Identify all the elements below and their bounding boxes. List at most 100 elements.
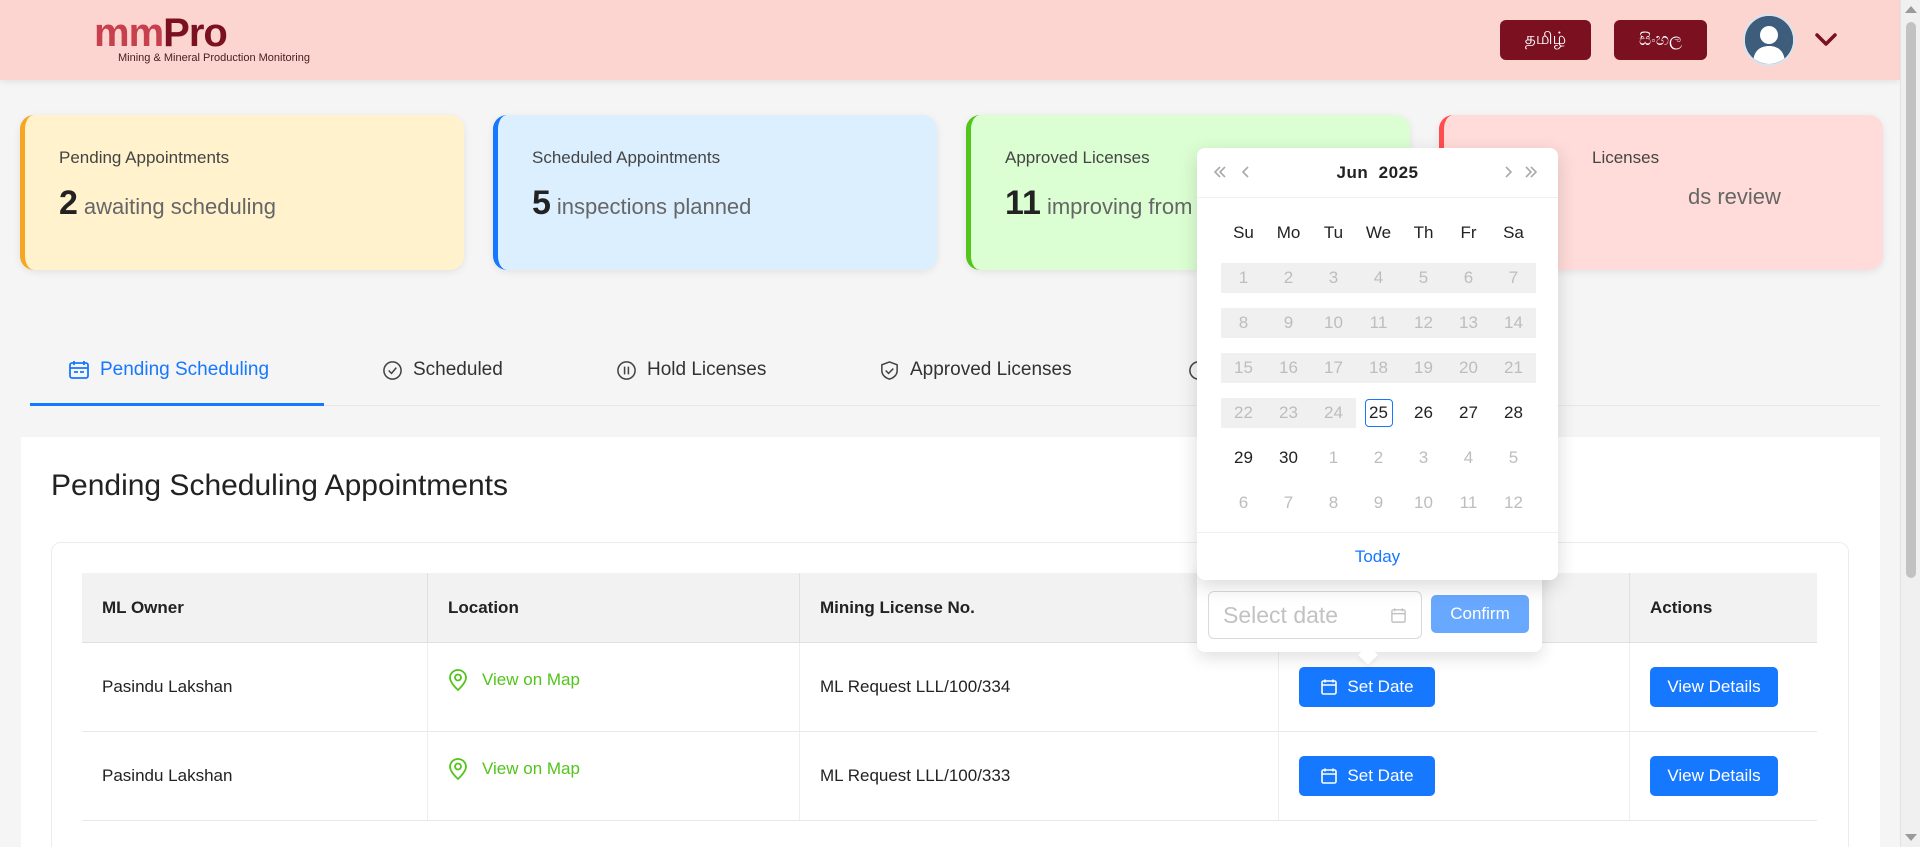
card-description: inspections planned xyxy=(556,194,752,219)
next-month-icon[interactable] xyxy=(1501,163,1515,186)
calendar-day-next-month[interactable]: 8 xyxy=(1311,488,1356,518)
column-header-actions: Actions xyxy=(1650,597,1713,617)
map-pin-icon xyxy=(449,758,467,781)
card-count: 2 xyxy=(59,184,78,222)
calendar-week-row: 22 23 24 25 26 27 28 xyxy=(1221,390,1536,435)
tab-label: Pending Scheduling xyxy=(100,359,270,380)
calendar-day-disabled: 20 xyxy=(1446,352,1491,383)
view-on-map-link[interactable]: View on Map xyxy=(448,757,580,781)
card-description: improving from l xyxy=(1046,194,1204,219)
calendar-day-disabled: 8 xyxy=(1221,307,1266,338)
calendar-day-disabled: 22 xyxy=(1221,397,1266,428)
calendar-day-next-month[interactable]: 2 xyxy=(1356,443,1401,473)
today-link[interactable]: Today xyxy=(1355,547,1400,567)
column-header-ml-owner: ML Owner xyxy=(82,573,428,642)
calendar-day-next-month[interactable]: 11 xyxy=(1446,488,1491,518)
set-date-label: Set Date xyxy=(1347,677,1414,696)
date-picker-calendar: Jun 2025 Su Mo Tu We Th Fr Sa 1 2 3 4 5 … xyxy=(1197,148,1558,580)
set-date-label: Set Date xyxy=(1347,766,1414,785)
scroll-down-arrow-icon[interactable] xyxy=(1905,834,1917,841)
sinhala-language-button[interactable]: සිංහල xyxy=(1614,20,1707,60)
tab-approved-licenses[interactable]: Approved Licenses xyxy=(879,334,1072,406)
confirm-button[interactable]: Confirm xyxy=(1431,595,1529,633)
calendar-day-disabled: 11 xyxy=(1356,307,1401,338)
set-date-button[interactable]: Set Date xyxy=(1299,667,1435,707)
calendar-day-disabled: 5 xyxy=(1401,262,1446,293)
active-tab-indicator xyxy=(30,403,324,406)
appointments-table: ML Owner Location Mining License No. Set… xyxy=(82,573,1817,821)
calendar-day[interactable]: 28 xyxy=(1491,398,1536,428)
calendar-day[interactable]: 29 xyxy=(1221,443,1266,473)
calendar-week-row: 15 16 17 18 19 20 21 xyxy=(1221,345,1536,390)
calendar-grid: Su Mo Tu We Th Fr Sa 1 2 3 4 5 6 7 8 9 1… xyxy=(1221,210,1536,525)
calendar-day[interactable]: 30 xyxy=(1266,443,1311,473)
scrollbar-thumb[interactable] xyxy=(1906,22,1916,578)
calendar-day-next-month[interactable]: 10 xyxy=(1401,488,1446,518)
view-details-button[interactable]: View Details xyxy=(1650,667,1778,707)
page-scrollbar[interactable] xyxy=(1900,0,1920,847)
calendar-icon xyxy=(1321,679,1338,695)
calendar-day-disabled: 6 xyxy=(1446,262,1491,293)
user-avatar[interactable] xyxy=(1743,14,1795,66)
license-no-cell: ML Request LLL/100/334 xyxy=(800,643,1279,731)
weekday-label: Sa xyxy=(1503,222,1524,242)
tab-bar: Pending Scheduling Scheduled Hold Licens… xyxy=(30,334,1880,406)
calendar-day-next-month[interactable]: 5 xyxy=(1491,443,1536,473)
view-on-map-label: View on Map xyxy=(482,759,580,778)
tab-pending-scheduling[interactable]: Pending Scheduling xyxy=(68,334,269,406)
calendar-week-row: 6 7 8 9 10 11 12 xyxy=(1221,480,1536,525)
calendar-day-disabled: 15 xyxy=(1221,352,1266,383)
card-count: 5 xyxy=(532,184,551,222)
table-row: Pasindu Lakshan View on Map ML Request L… xyxy=(82,643,1817,732)
calendar-month-label[interactable]: Jun 2025 xyxy=(1336,163,1418,183)
check-circle-icon xyxy=(383,360,402,380)
table-header: ML Owner Location Mining License No. Set… xyxy=(82,573,1817,643)
calendar-icon xyxy=(1321,768,1338,784)
pending-appointments-card: Pending Appointments 2 awaiting schedulin… xyxy=(20,115,464,270)
set-date-cell: Set Date xyxy=(1279,732,1630,820)
card-description: awaiting scheduling xyxy=(83,194,276,219)
calendar-day-next-month[interactable]: 3 xyxy=(1401,443,1446,473)
shield-check-icon xyxy=(881,360,898,380)
app-logo[interactable]: mmPro Mining & Mineral Production Monito… xyxy=(94,12,310,64)
page-title: Pending Scheduling Appointments xyxy=(51,469,509,502)
card-count: 11 xyxy=(1005,184,1041,222)
calendar-schedule-icon xyxy=(69,361,89,379)
calendar-day-next-month[interactable]: 1 xyxy=(1311,443,1356,473)
calendar-day[interactable]: 26 xyxy=(1401,398,1446,428)
calendar-day-disabled: 21 xyxy=(1491,352,1536,383)
calendar-day-disabled: 16 xyxy=(1266,352,1311,383)
calendar-day-disabled: 23 xyxy=(1266,397,1311,428)
prev-year-icon[interactable] xyxy=(1211,163,1229,186)
weekday-label: Th xyxy=(1413,222,1434,242)
calendar-day-disabled: 7 xyxy=(1491,262,1536,293)
calendar-day-next-month[interactable]: 12 xyxy=(1491,488,1536,518)
calendar-week-row: 1 2 3 4 5 6 7 xyxy=(1221,255,1536,300)
calendar-day-today[interactable]: 25 xyxy=(1364,398,1393,427)
card-title: Pending Appointments xyxy=(59,148,230,167)
tab-hold-licenses[interactable]: Hold Licenses xyxy=(616,334,766,406)
location-cell: View on Map xyxy=(428,732,800,820)
date-picker-input[interactable]: Select date xyxy=(1208,591,1422,639)
actions-cell: View Details xyxy=(1630,732,1817,820)
calendar-day-next-month[interactable]: 4 xyxy=(1446,443,1491,473)
column-header-location: Location xyxy=(428,573,800,642)
view-details-button[interactable]: View Details xyxy=(1650,756,1778,796)
view-on-map-link[interactable]: View on Map xyxy=(448,668,580,692)
set-date-button[interactable]: Set Date xyxy=(1299,756,1435,796)
calendar-day-disabled: 9 xyxy=(1266,307,1311,338)
tab-scheduled[interactable]: Scheduled xyxy=(382,334,503,406)
calendar-day-cell-today[interactable]: 25 xyxy=(1356,398,1401,428)
tab-label: Approved Licenses xyxy=(910,359,1072,380)
tamil-language-button[interactable]: தமிழ் xyxy=(1500,20,1591,60)
location-cell: View on Map xyxy=(428,643,800,731)
next-year-icon[interactable] xyxy=(1522,163,1540,186)
scroll-up-arrow-icon[interactable] xyxy=(1905,6,1917,13)
user-menu-chevron-down-icon[interactable] xyxy=(1812,28,1840,52)
calendar-day[interactable]: 27 xyxy=(1446,398,1491,428)
calendar-day-next-month[interactable]: 9 xyxy=(1356,488,1401,518)
logo-title: mmPro xyxy=(94,11,228,55)
prev-month-icon[interactable] xyxy=(1239,163,1253,186)
calendar-day-next-month[interactable]: 6 xyxy=(1221,488,1266,518)
calendar-day-next-month[interactable]: 7 xyxy=(1266,488,1311,518)
